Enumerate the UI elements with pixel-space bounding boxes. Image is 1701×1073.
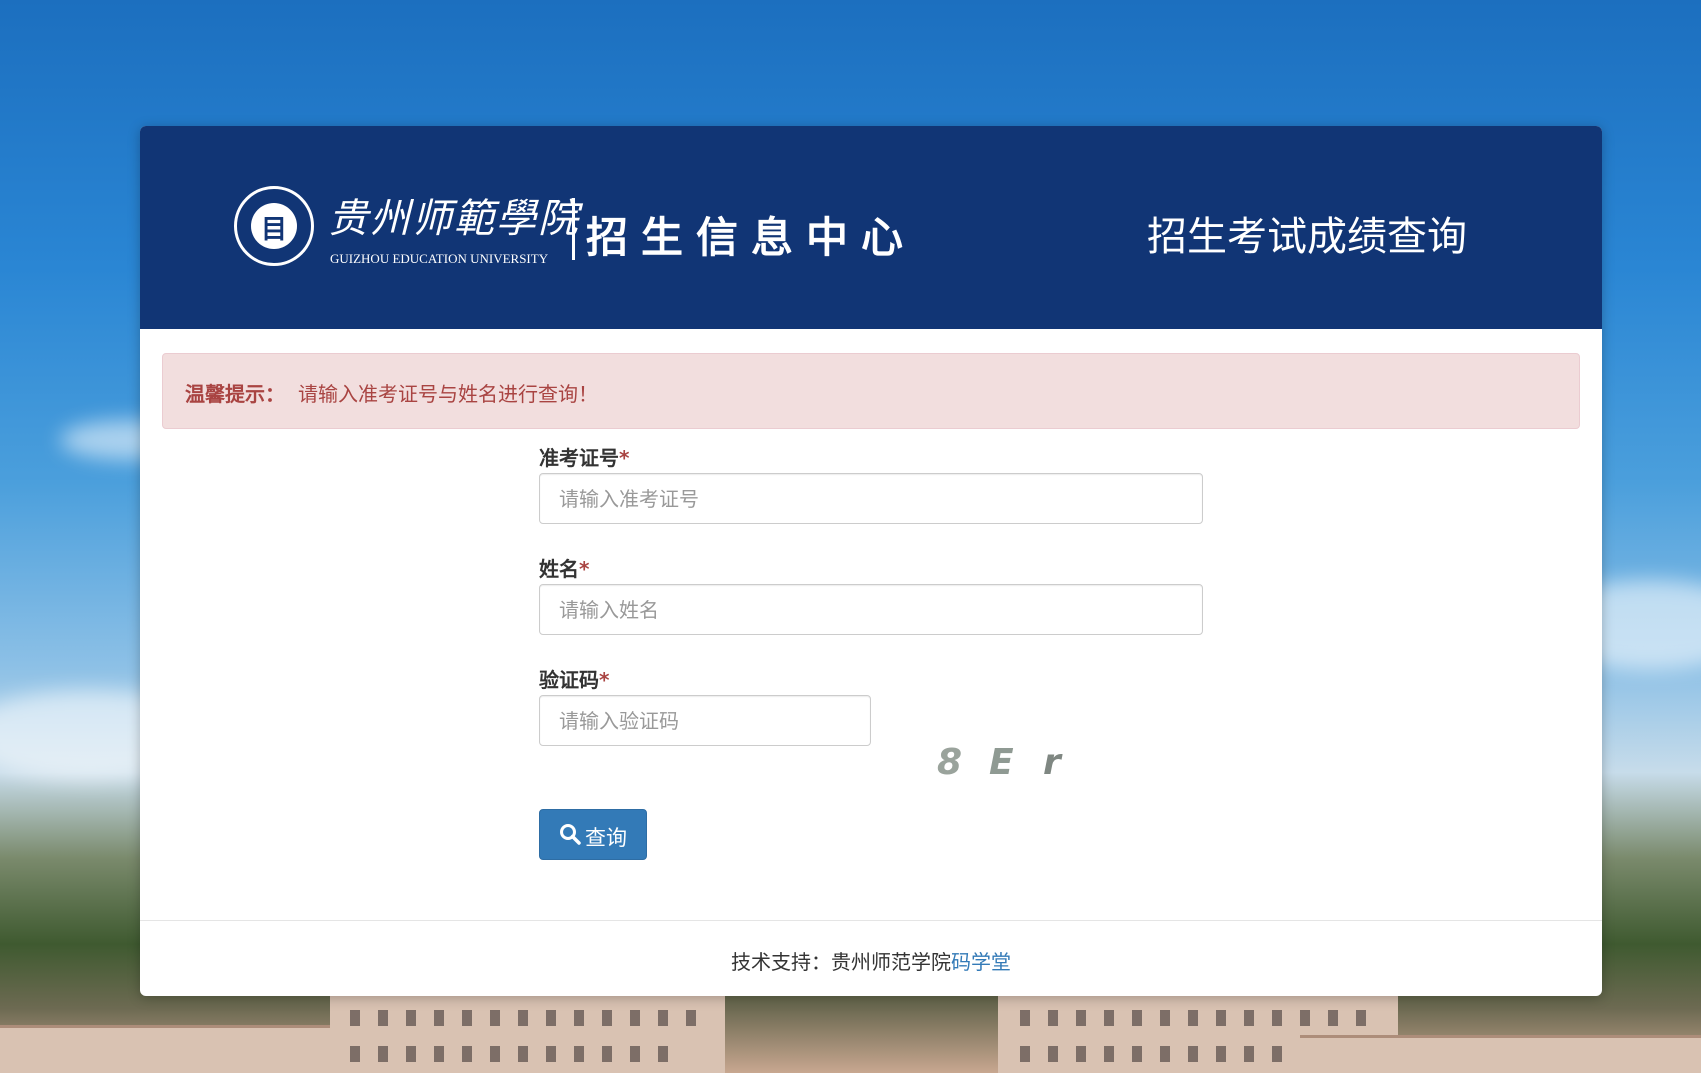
footer-credits: 技术支持：贵州师范学院码学堂 xyxy=(140,946,1602,975)
required-marker: * xyxy=(579,557,590,581)
required-marker: * xyxy=(619,446,630,470)
exam-id-label: 准考证号* xyxy=(539,446,630,470)
captcha-label: 验证码* xyxy=(539,668,610,692)
page-title: 招生考试成绩查询 xyxy=(1147,214,1467,260)
captcha-char: r xyxy=(1043,742,1061,783)
footer-link[interactable]: 码学堂 xyxy=(951,950,1011,974)
search-button-label: 查询 xyxy=(585,827,627,850)
card-header: 目 贵州师範學院 GUIZHOU EDUCATION UNIVERSITY 招生… xyxy=(140,126,1602,329)
search-icon xyxy=(560,824,581,845)
captcha-input[interactable] xyxy=(539,695,871,746)
admissions-center-name: 招生信息中心 xyxy=(586,213,917,262)
alert-label: 温馨提示： xyxy=(185,382,285,406)
exam-id-input[interactable] xyxy=(539,473,1203,524)
notice-alert: 温馨提示： 请输入准考证号与姓名进行查询！ xyxy=(162,353,1580,429)
captcha-char: 8 xyxy=(937,742,963,783)
alert-message: 请输入准考证号与姓名进行查询！ xyxy=(298,382,598,406)
logo-divider xyxy=(572,198,575,260)
card-footer: 技术支持：贵州师范学院码学堂 xyxy=(140,920,1602,996)
captcha-image[interactable]: 8 E r xyxy=(937,736,1117,794)
query-card: 目 贵州师範學院 GUIZHOU EDUCATION UNIVERSITY 招生… xyxy=(140,126,1602,996)
university-seal-icon: 目 xyxy=(234,186,314,266)
footer-prefix: 技术支持：贵州师范学院 xyxy=(731,950,951,974)
search-button[interactable]: 查询 xyxy=(539,809,647,860)
university-logo-english: GUIZHOU EDUCATION UNIVERSITY xyxy=(330,251,549,266)
name-label: 姓名* xyxy=(539,557,590,581)
university-logo-chinese: 贵州师範學院 xyxy=(328,196,580,242)
captcha-char: E xyxy=(989,742,1014,783)
required-marker: * xyxy=(599,668,610,692)
name-input[interactable] xyxy=(539,584,1203,635)
